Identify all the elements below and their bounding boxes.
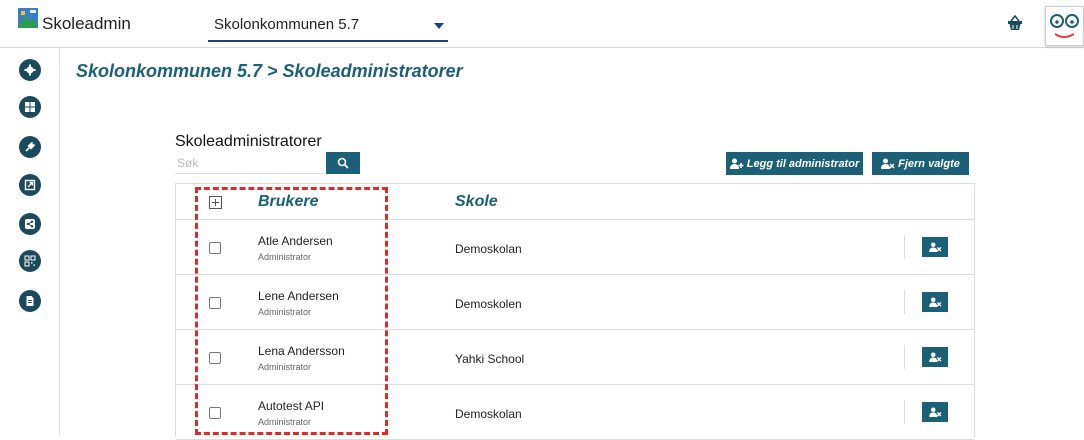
sidebar-qr[interactable] — [19, 250, 41, 272]
row-checkbox[interactable] — [209, 407, 221, 419]
user-plus-icon — [729, 158, 744, 169]
sidebar-share[interactable] — [19, 213, 41, 235]
remove-selected-button[interactable]: Fjern valgte — [872, 152, 969, 175]
row-checkbox[interactable] — [209, 242, 221, 254]
page-title: Skolonkommunen 5.7 > Skoleadministratore… — [76, 61, 463, 81]
user-role: Administrator — [258, 417, 312, 427]
sidebar-dashboard[interactable] — [19, 96, 41, 118]
search-button[interactable] — [326, 152, 360, 174]
remove-user-button[interactable] — [922, 292, 948, 312]
remove-user-button[interactable] — [922, 347, 948, 367]
row-checkbox[interactable] — [209, 352, 221, 364]
table-row: Lene Andersen Administrator Demoskolen — [176, 275, 974, 330]
remove-user-button[interactable] — [922, 402, 948, 422]
document-icon — [26, 296, 34, 306]
user-x-icon — [928, 297, 941, 307]
divider — [904, 290, 905, 314]
search-input[interactable] — [175, 152, 325, 174]
sidebar-external-link[interactable] — [19, 174, 41, 196]
user-avatar[interactable] — [1045, 6, 1084, 46]
table-row: Atle Andersen Administrator Demoskolan — [176, 220, 974, 275]
user-name: Lena Andersson — [258, 344, 345, 358]
user-role: Administrator — [258, 307, 312, 317]
remove-selected-label: Fjern valgte — [898, 157, 960, 170]
qr-code-icon — [24, 255, 36, 267]
sidebar-document[interactable] — [19, 290, 41, 312]
user-name: Autotest API — [258, 399, 325, 413]
section-title: Skoleadministratorer — [175, 133, 322, 150]
school-name: Yahki School — [455, 352, 525, 366]
user-role: Administrator — [258, 252, 312, 262]
table-header: Brukere Skole — [176, 184, 974, 220]
user-x-icon — [928, 407, 941, 417]
app-title: Skoleadmin — [42, 14, 131, 33]
table-row: Autotest API Administrator Demoskolan — [176, 385, 974, 440]
column-header-school[interactable]: Skole — [455, 193, 498, 211]
school-name: Demoskolan — [455, 242, 522, 256]
row-checkbox[interactable] — [209, 297, 221, 309]
user-x-icon — [928, 352, 941, 362]
caret-down-icon — [434, 23, 444, 29]
top-bar: Skoleadmin Skolonkommunen 5.7 — [0, 0, 1084, 48]
user-x-icon — [928, 242, 941, 252]
user-role: Administrator — [258, 362, 312, 372]
plug-icon — [25, 142, 35, 152]
face-logo-icon — [1050, 14, 1079, 38]
user-name: Lene Andersen — [258, 289, 339, 303]
municipality-select[interactable]: Skolonkommunen 5.7 — [208, 14, 448, 42]
expand-all-icon[interactable] — [209, 196, 222, 209]
sidebar — [0, 48, 60, 437]
table-row: Lena Andersson Administrator Yahki Schoo… — [176, 330, 974, 385]
school-name: Demoskolan — [455, 407, 522, 421]
remove-user-button[interactable] — [922, 237, 948, 257]
sidebar-settings[interactable] — [19, 59, 41, 81]
school-logo-icon — [18, 8, 38, 28]
add-administrator-label: Legg til administrator — [746, 157, 860, 170]
divider — [904, 345, 905, 369]
grid-icon — [25, 102, 35, 112]
municipality-selected-value: Skolonkommunen 5.7 — [214, 16, 360, 33]
divider — [904, 400, 905, 424]
add-administrator-button[interactable]: Legg til administrator — [726, 152, 863, 175]
school-name: Demoskolen — [455, 297, 522, 311]
search-icon — [337, 157, 349, 169]
gear-icon — [24, 64, 36, 76]
sidebar-integrations[interactable] — [19, 136, 41, 158]
share-icon — [25, 219, 35, 229]
user-name: Atle Andersen — [258, 234, 333, 248]
administrators-table: Brukere Skole Atle Andersen Administrato… — [175, 183, 975, 440]
basket-icon[interactable] — [1007, 15, 1023, 31]
external-link-icon — [24, 179, 36, 191]
column-header-users[interactable]: Brukere — [258, 193, 318, 211]
divider — [904, 235, 905, 259]
user-x-icon — [881, 158, 895, 169]
